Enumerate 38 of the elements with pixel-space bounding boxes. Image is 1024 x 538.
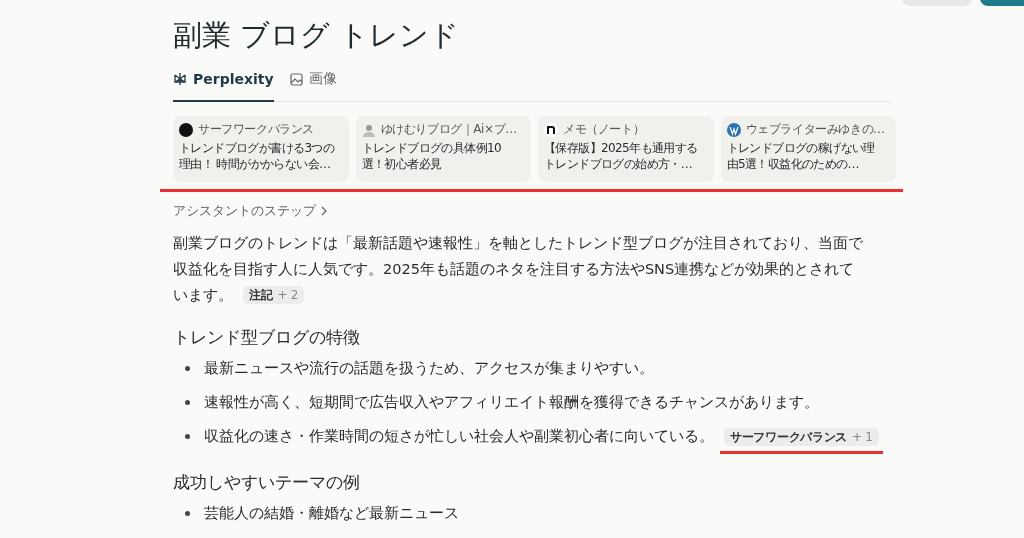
source-site: ゆけむりブログ｜Ai×ブ…	[380, 121, 517, 138]
avatar-icon	[361, 122, 376, 137]
answer-text-line: 収益化を目指す人に人気です。2025年も話題のネタを注目する方法やSNS連携などが効果的とされて	[173, 260, 855, 279]
image-icon	[289, 72, 303, 86]
source-title: トレンドブログが書ける3つの 理由！ 時間がかからない会…	[179, 140, 336, 172]
page-title: 副業 ブログ トレンド	[173, 17, 461, 54]
citation-chip[interactable]: サーフワークバランス + 1	[724, 428, 879, 446]
bullet-text: 最新ニュースや流行の話題を扱うため、アクセスが集まりやすい。	[204, 360, 654, 376]
asterisk-logo-icon	[173, 72, 187, 86]
source-site: メモ（ノート）	[563, 121, 645, 138]
bullet-icon	[185, 510, 190, 516]
answer-text-line: います。	[173, 286, 233, 305]
bullet-icon	[185, 399, 190, 405]
section-heading: トレンド型ブログの特徴	[173, 326, 361, 349]
source-card[interactable]: メモ（ノート） 【保存版】2025年も通用する トレンドブログの始め方・…	[538, 116, 714, 182]
source-card[interactable]: ゆけむりブログ｜Ai×ブ… トレンドブログの具体例10 選！初心者必見	[355, 116, 531, 182]
source-site: サーフワークバランス	[198, 121, 314, 138]
bullet-icon	[185, 433, 190, 439]
bullet-text: 速報性が高く、短期間で広告収入やアフィリエイト報酬を獲得できるチャンスがあります。	[204, 394, 819, 410]
wordpress-logo-icon	[726, 122, 741, 137]
source-card[interactable]: サーフワークバランス トレンドブログが書ける3つの 理由！ 時間がかからない会…	[173, 116, 349, 182]
bullet-icon	[185, 365, 190, 371]
source-card[interactable]: ウェブライターみゆきの… トレンドブログの稼げない理 由5選！収益化のための…	[720, 116, 896, 182]
source-title: トレンドブログの稼げない理 由5選！収益化のための…	[726, 140, 876, 172]
chevron-right-icon	[320, 206, 328, 216]
tab[interactable]: Perplexity	[173, 70, 274, 102]
note-logo-icon	[544, 122, 558, 137]
bullet-text: 芸能人の結婚・離婚など最新ニュース	[204, 505, 459, 521]
citation-chip[interactable]: 注記 + 2	[243, 286, 304, 304]
source-title: 【保存版】2025年も通用する トレンドブログの始め方・…	[544, 140, 699, 172]
tab[interactable]: 画像	[289, 70, 337, 102]
steps-link[interactable]: アシスタントのステップ	[173, 202, 316, 220]
section-heading: 成功しやすいテーマの例	[173, 471, 361, 494]
bullet-text: 収益化の速さ・作業時間の短さが忙しい社会人や副業初心者に向いている。	[204, 428, 714, 444]
source-title: トレンドブログの具体例10 選！初心者必見	[361, 140, 502, 172]
source-site: ウェブライターみゆきの…	[745, 121, 885, 138]
answer-text-line: 副業ブログのトレンドは「最新話題や速報性」を軸としたトレンド型ブログが注目されており、当面で	[173, 234, 863, 253]
site-logo-icon	[179, 122, 193, 137]
